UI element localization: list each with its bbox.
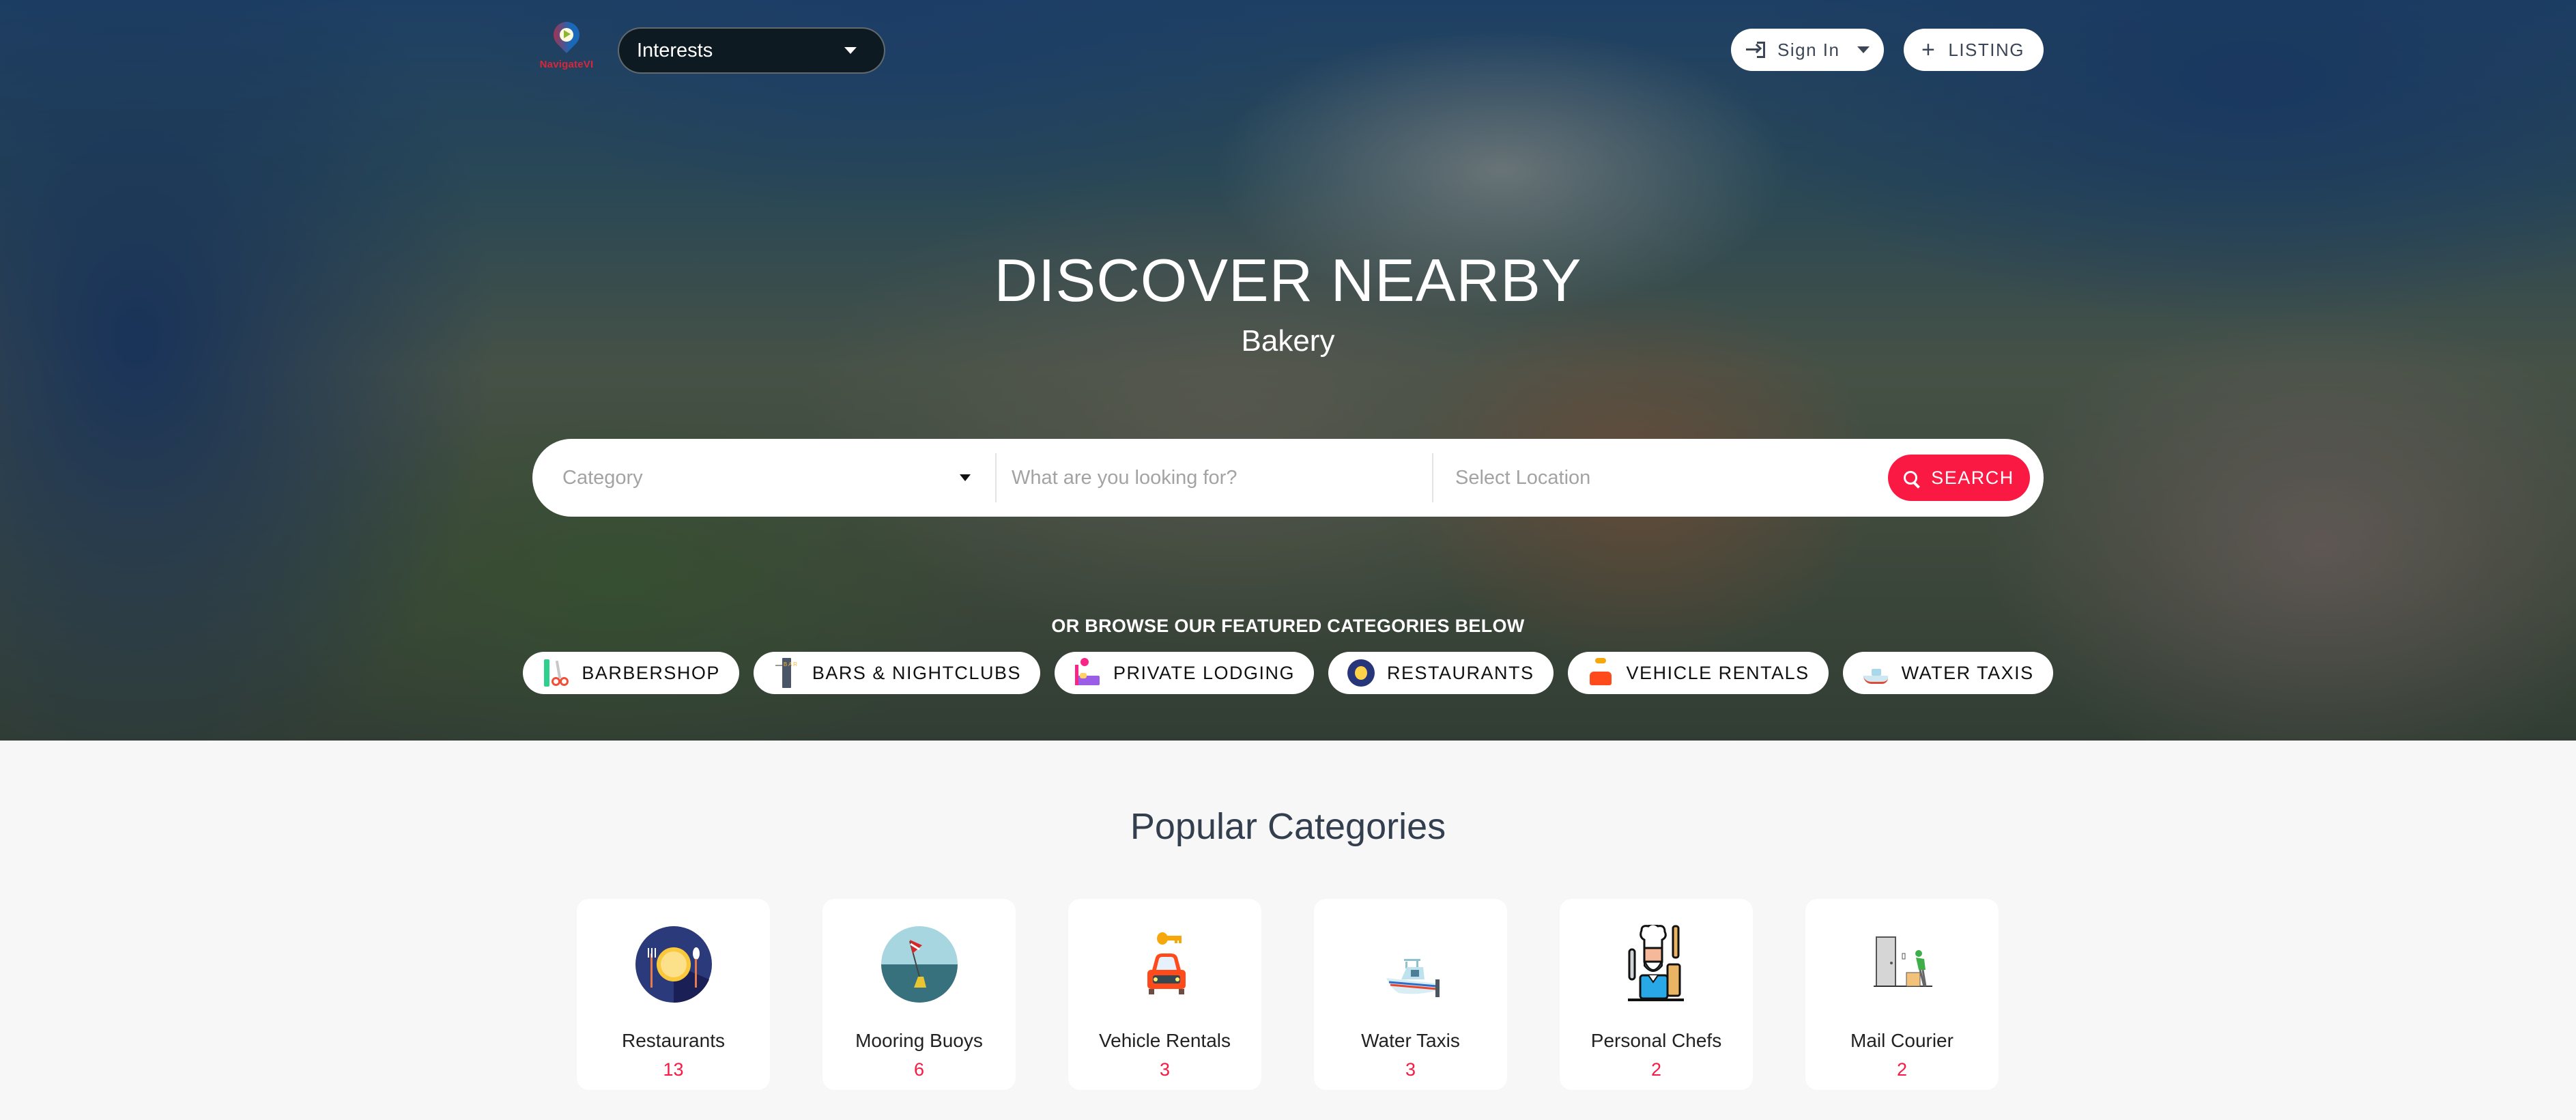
featured-category-label: BARBERSHOP	[582, 662, 720, 683]
hero-title: DISCOVER NEARBY	[994, 246, 1582, 314]
category-count: 3	[1159, 1059, 1171, 1080]
chevron-down-icon	[844, 47, 857, 54]
location-field	[1433, 453, 1884, 502]
boat-icon	[1386, 959, 1440, 997]
featured-category-label: BARS & NIGHTCLUBS	[812, 662, 1021, 683]
featured-category-bars-nightclubs[interactable]: BARS & NIGHTCLUBS	[753, 652, 1040, 694]
bar-sign-icon	[773, 658, 800, 688]
category-count: 6	[913, 1059, 925, 1080]
featured-category-label: WATER TAXIS	[1901, 662, 2034, 683]
plus-icon: +	[1921, 37, 1936, 63]
buoy-icon	[881, 926, 958, 1003]
site-logo[interactable]: NavigateVI	[532, 16, 601, 85]
category-name: Restaurants	[622, 1030, 725, 1051]
search-button-label: SEARCH	[1931, 467, 2014, 488]
search-icon	[1904, 471, 1918, 485]
category-card-restaurants[interactable]: Restaurants 13	[577, 899, 770, 1090]
category-card-water-taxis[interactable]: Water Taxis 3	[1314, 899, 1507, 1090]
category-name: Mail Courier	[1850, 1030, 1954, 1051]
popular-categories-grid: Restaurants 13 Mooring Buoys 6 Vehicle R…	[577, 899, 1999, 1090]
featured-category-label: PRIVATE LODGING	[1113, 662, 1296, 683]
bed-icon	[1074, 658, 1101, 688]
category-name: Water Taxis	[1361, 1030, 1460, 1051]
sign-in-button[interactable]: Sign In	[1731, 29, 1884, 71]
featured-category-barbershop[interactable]: BARBERSHOP	[523, 652, 739, 694]
featured-category-label: VEHICLE RENTALS	[1626, 662, 1809, 683]
car-key-icon	[1587, 658, 1614, 688]
featured-category-water-taxis[interactable]: WATER TAXIS	[1842, 652, 2053, 694]
category-name: Mooring Buoys	[855, 1030, 983, 1051]
hero-subtitle: Bakery	[1241, 324, 1335, 358]
car-key-icon	[1147, 932, 1186, 994]
barbershop-icon	[542, 658, 569, 688]
interests-label: Interests	[637, 39, 713, 61]
category-name: Vehicle Rentals	[1098, 1030, 1231, 1051]
category-count: 13	[663, 1059, 684, 1080]
map-pin-logo-icon	[548, 16, 585, 57]
featured-category-restaurants[interactable]: RESTAURANTS	[1328, 652, 1554, 694]
featured-category-private-lodging[interactable]: PRIVATE LODGING	[1054, 652, 1315, 694]
boat-icon	[1862, 658, 1889, 688]
plate-cutlery-icon	[1347, 658, 1375, 688]
sign-in-icon	[1746, 41, 1766, 59]
category-count: 2	[1650, 1059, 1662, 1080]
add-listing-button[interactable]: + LISTING	[1904, 29, 2044, 71]
category-select-placeholder: Category	[562, 466, 643, 489]
interests-dropdown[interactable]: Interests	[618, 27, 885, 74]
keyword-field	[997, 453, 1433, 502]
featured-category-label: RESTAURANTS	[1387, 662, 1534, 683]
hero-section: NavigateVI Interests Sign In + LISTING D…	[0, 0, 2576, 741]
plate-cutlery-icon	[635, 926, 712, 1003]
category-card-personal-chefs[interactable]: Personal Chefs 2	[1560, 899, 1753, 1090]
logo-text: NavigateVI	[539, 59, 594, 70]
keyword-input[interactable]	[1012, 453, 1432, 502]
category-select[interactable]: Category	[532, 453, 997, 502]
courier-icon	[1873, 936, 1932, 987]
search-bar: Category SEARCH	[532, 439, 2044, 517]
category-count: 3	[1405, 1059, 1416, 1080]
featured-categories: BARBERSHOP BARS & NIGHTCLUBS PRIVATE LOD…	[0, 652, 2576, 694]
sign-in-label: Sign In	[1777, 39, 1840, 60]
category-name: Personal Chefs	[1590, 1030, 1722, 1051]
popular-categories-title: Popular Categories	[1130, 806, 1446, 847]
location-input[interactable]	[1455, 453, 1884, 502]
add-listing-label: LISTING	[1948, 39, 2024, 60]
chef-icon	[1627, 925, 1684, 1001]
category-card-mooring-buoys[interactable]: Mooring Buoys 6	[822, 899, 1016, 1090]
category-card-mail-courier[interactable]: Mail Courier 2	[1805, 899, 1999, 1090]
chevron-down-icon	[960, 474, 971, 481]
featured-categories-label: OR BROWSE OUR FEATURED CATEGORIES BELOW	[1051, 616, 1525, 636]
featured-category-vehicle-rentals[interactable]: VEHICLE RENTALS	[1567, 652, 1829, 694]
search-button[interactable]: SEARCH	[1888, 455, 2030, 501]
category-count: 2	[1896, 1059, 1908, 1080]
category-card-vehicle-rentals[interactable]: Vehicle Rentals 3	[1068, 899, 1261, 1090]
chevron-down-icon	[1857, 46, 1870, 53]
